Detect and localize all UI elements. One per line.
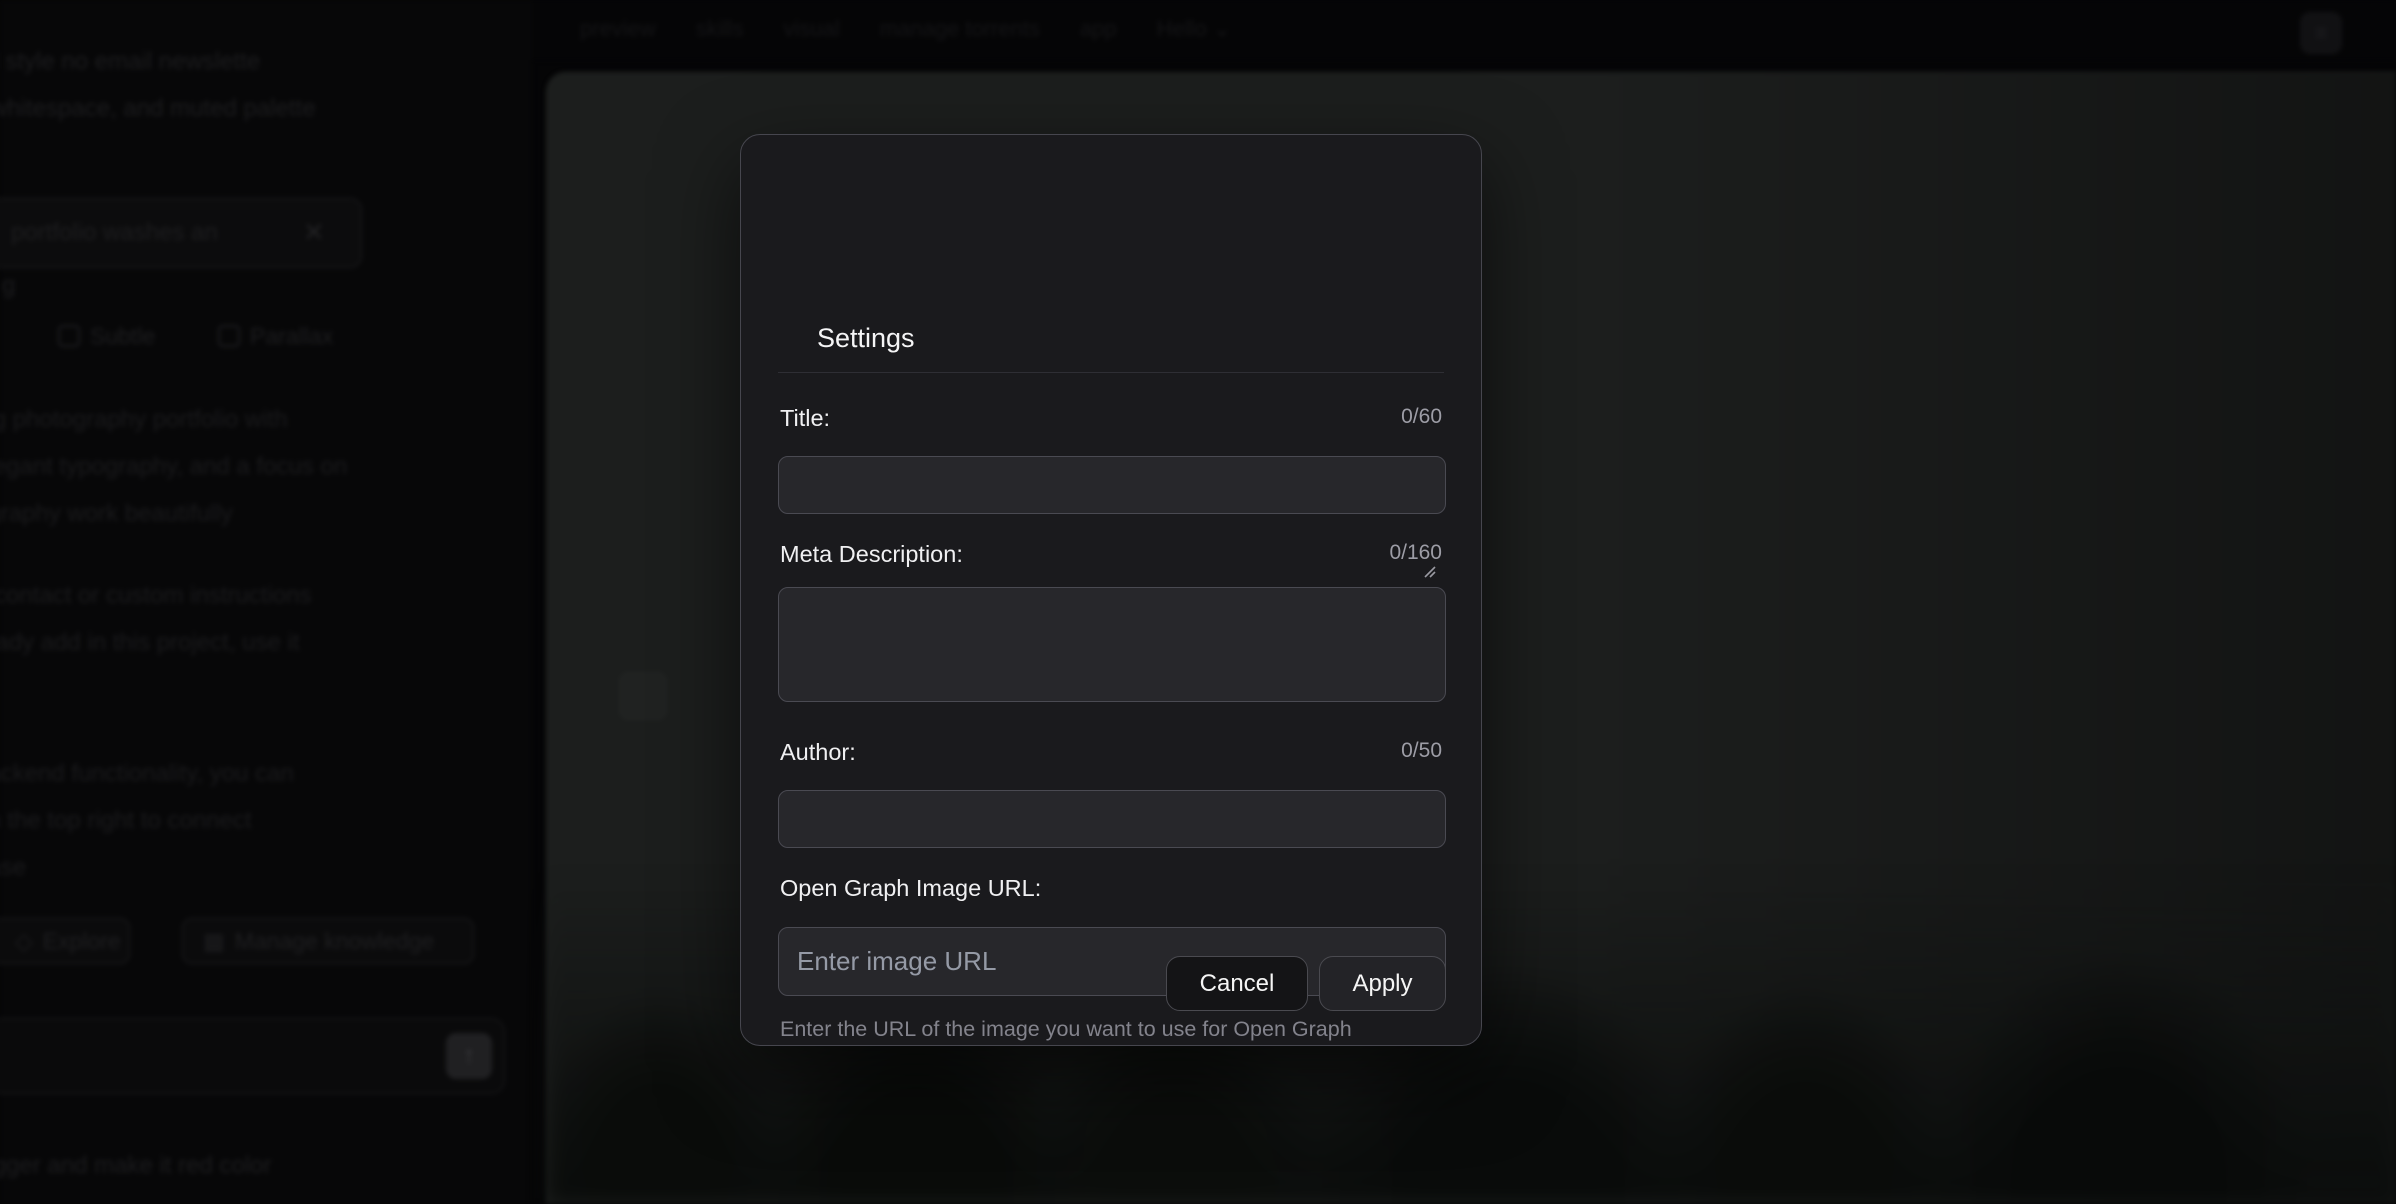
dialog-title: Settings	[817, 323, 915, 354]
chat-message-line: ed style no email newslette	[0, 48, 260, 76]
topbar-breadcrumb: preview skills visual manage torrents ap…	[580, 16, 1231, 42]
explore-button-label: Explore	[43, 928, 121, 955]
chat-sidebar: ed style no email newslette whitespace, …	[0, 0, 532, 1204]
checkbox-icon	[58, 325, 80, 347]
send-button[interactable]: ↑	[446, 1033, 492, 1079]
option-toggle-label: Parallax	[250, 323, 333, 350]
title-field-label: Title:	[780, 405, 830, 432]
close-icon[interactable]: ✕	[303, 217, 325, 248]
assistant-paragraph: ing photography portfolio with elegant t…	[0, 396, 347, 537]
chat-composer[interactable]: ↑	[0, 1018, 505, 1094]
apply-button[interactable]: Apply	[1319, 956, 1446, 1011]
top-bar: preview skills visual manage torrents ap…	[532, 0, 2396, 60]
topbar-item[interactable]: manage torrents	[880, 16, 1040, 42]
chat-message-line: g	[2, 272, 15, 300]
settings-dialog: Settings Title: 0/60 Meta Description: 0…	[740, 134, 1482, 1046]
chat-message-line: bigger and make it red color	[0, 1152, 272, 1180]
knowledge-icon: ▦	[203, 928, 225, 955]
og-image-helper-text: Enter the URL of the image you want to u…	[780, 1017, 1352, 1042]
option-toggle-label: Subtle	[90, 323, 155, 350]
author-field-label: Author:	[780, 739, 856, 766]
topbar-item[interactable]: visual	[783, 16, 839, 42]
meta-description-field-label: Meta Description:	[780, 541, 963, 568]
title-char-counter: 0/60	[1401, 405, 1442, 429]
topbar-project-menu[interactable]: Hello ⌄	[1157, 16, 1232, 42]
option-toggle-parallax[interactable]: Parallax	[218, 318, 333, 354]
explore-button[interactable]: ◇ Explore	[0, 918, 130, 964]
assistant-paragraph: d contact or custom instructions ready a…	[0, 572, 311, 666]
topbar-item[interactable]: app	[1080, 16, 1117, 42]
divider	[778, 372, 1444, 373]
manage-knowledge-button[interactable]: ▦ Manage knowledge	[182, 918, 474, 964]
cancel-button[interactable]: Cancel	[1166, 956, 1308, 1011]
checkbox-icon	[218, 325, 240, 347]
assistant-paragraph: backend functionality, you can on the to…	[0, 750, 294, 891]
explore-icon: ◇	[15, 928, 33, 955]
attachment-chip-label: portfolio washes an	[11, 219, 218, 247]
attachment-chip[interactable]: portfolio washes an ✕	[0, 198, 362, 268]
og-image-field-label: Open Graph Image URL:	[780, 875, 1041, 902]
author-input[interactable]	[778, 790, 1446, 848]
menu-icon[interactable]: ≡	[2300, 12, 2342, 54]
option-toggle-subtle[interactable]: Subtle	[58, 318, 155, 354]
meta-description-char-counter: 0/160	[1389, 541, 1442, 565]
topbar-item[interactable]: skills	[696, 16, 744, 42]
author-char-counter: 0/50	[1401, 739, 1442, 763]
manage-knowledge-label: Manage knowledge	[235, 928, 434, 955]
topbar-item[interactable]: preview	[580, 16, 656, 42]
title-input[interactable]	[778, 456, 1446, 514]
send-icon: ↑	[463, 1042, 475, 1070]
chat-message-line: whitespace, and muted palette	[0, 95, 316, 123]
meta-description-textarea[interactable]	[778, 587, 1446, 702]
